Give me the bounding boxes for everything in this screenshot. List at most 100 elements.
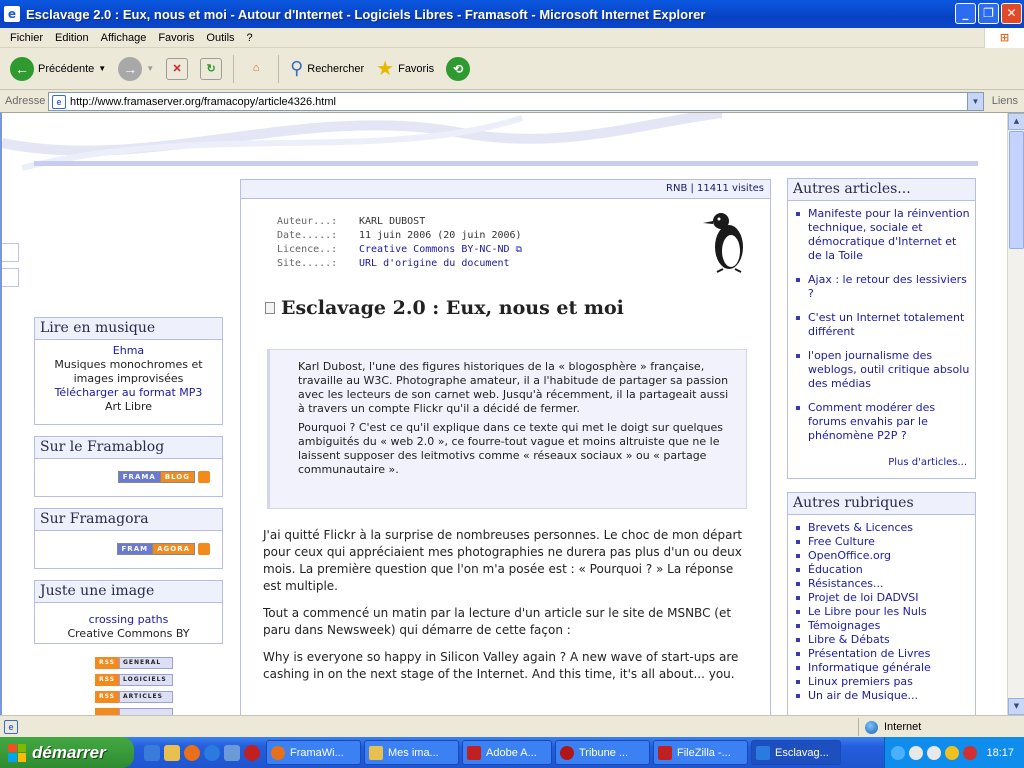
task-filezilla[interactable]: FileZilla -... (653, 740, 748, 765)
ie-icon: e (4, 6, 20, 22)
rss-label: LOGICIELS (119, 674, 173, 686)
music-description: Musiques monochromes et images improvisé… (54, 358, 203, 385)
section-link[interactable]: Le Libre pour les Nuls (808, 605, 927, 618)
section-link[interactable]: Projet de loi DADVSI (808, 591, 919, 604)
window-titlebar[interactable]: e Esclavage 2.0 : Eux, nous et moi - Aut… (0, 0, 1024, 28)
firefox-icon (271, 745, 285, 760)
network-icon[interactable] (927, 745, 941, 760)
links-button[interactable]: Liens (992, 95, 1018, 107)
menu-outils[interactable]: Outils (200, 32, 240, 44)
vertical-scrollbar[interactable]: ▲ ▼ (1007, 113, 1024, 715)
address-url[interactable]: http://www.framaserver.org/framacopy/art… (70, 96, 336, 108)
task-adobe[interactable]: Adobe A... (462, 740, 552, 765)
rss-feed-general[interactable]: RSS GENERAL (95, 657, 173, 669)
home-button[interactable]: ⌂ (241, 53, 271, 85)
mp3-download-link[interactable]: Télécharger au format MP3 (35, 386, 222, 400)
section-link[interactable]: Linux premiers pas (808, 675, 913, 688)
filezilla-icon (658, 745, 672, 760)
author-value: KARL DUBOST (359, 216, 426, 227)
tray-expand-icon[interactable] (891, 745, 905, 760)
section-link[interactable]: Résistances... (808, 577, 884, 590)
framagora-badge[interactable]: FRAM AGORA (116, 543, 210, 555)
close-button[interactable]: ✕ (1001, 3, 1022, 24)
section-link[interactable]: Témoignages (808, 619, 880, 632)
left-tab[interactable] (2, 243, 19, 262)
firefox-icon[interactable] (184, 744, 200, 761)
clock[interactable]: 18:17 (986, 747, 1014, 759)
task-label: Mes ima... (388, 746, 439, 759)
back-button[interactable]: ← Précédente ▼ (6, 53, 110, 85)
menu-edition[interactable]: Edition (49, 32, 95, 44)
article-link[interactable]: Comment modérer des forums envahis par l… (808, 401, 935, 442)
menu-help[interactable]: ? (241, 32, 259, 44)
task-framawiki[interactable]: FramaWi... (266, 740, 361, 765)
system-tray: 18:17 (884, 737, 1024, 768)
section-link[interactable]: Éducation (808, 563, 863, 576)
section-link[interactable]: OpenOffice.org (808, 549, 891, 562)
section-link[interactable]: Free Culture (808, 535, 875, 548)
start-button[interactable]: démarrer (0, 737, 134, 768)
refresh-button[interactable]: ↻ (196, 53, 226, 85)
article-link[interactable]: Manifeste pour la réinvention technique,… (808, 207, 970, 262)
article-link[interactable]: Ajax : le retour des lessiviers ? (808, 273, 967, 300)
source-url-link[interactable]: URL d'origine du document (359, 258, 510, 269)
home-icon: ⌂ (252, 61, 260, 74)
section-link[interactable]: Un air de Musique... (808, 689, 918, 702)
back-dropdown-icon[interactable]: ▼ (98, 64, 106, 73)
scroll-down-icon[interactable]: ▼ (1008, 698, 1024, 715)
other-sections-title: Autres rubriques (788, 493, 975, 515)
tray-alert-icon[interactable] (963, 745, 977, 760)
desktop-icon[interactable] (144, 744, 160, 761)
left-tab[interactable] (2, 268, 19, 287)
rss-feed-logiciels[interactable]: RSS LOGICIELS (95, 674, 173, 686)
maximize-button[interactable]: ❐ (978, 3, 999, 24)
zone-label: Internet (884, 721, 922, 733)
image-link[interactable]: crossing paths (35, 613, 222, 627)
framablog-box: Sur le Framablog FRAMA BLOG (34, 436, 223, 497)
tray-app-icon[interactable] (909, 745, 923, 760)
framablog-badge[interactable]: FRAMA BLOG (117, 471, 210, 483)
badge-part: BLOG (159, 471, 195, 483)
scroll-up-icon[interactable]: ▲ (1008, 113, 1024, 130)
address-input[interactable]: e http://www.framaserver.org/framacopy/a… (48, 92, 984, 111)
section-link[interactable]: Libre & Débats (808, 633, 890, 646)
messenger-icon[interactable] (224, 744, 240, 761)
minimize-button[interactable]: _ (955, 3, 976, 24)
music-artist-link[interactable]: Ehma (35, 344, 222, 358)
menu-affichage[interactable]: Affichage (95, 32, 153, 44)
article-link[interactable]: l'open journalisme des weblogs, outil cr… (808, 349, 969, 390)
license-link[interactable]: Creative Commons BY-NC-ND (359, 244, 510, 255)
task-tribune[interactable]: Tribune ... (555, 740, 650, 765)
favorites-button[interactable]: ★ Favoris (372, 53, 438, 85)
app-icon[interactable] (244, 744, 260, 761)
address-dropdown-icon[interactable]: ▼ (967, 93, 983, 110)
forward-dropdown-icon[interactable]: ▼ (146, 64, 154, 73)
search-button[interactable]: ⚲ Rechercher (286, 53, 368, 85)
forward-button[interactable]: → ▼ (114, 53, 158, 85)
section-link[interactable]: Brevets & Licences (808, 521, 913, 534)
ie-icon[interactable] (204, 744, 220, 761)
task-mes-images[interactable]: Mes ima... (364, 740, 459, 765)
star-icon: ★ (376, 58, 395, 80)
rss-icon[interactable] (198, 471, 210, 483)
image-box: Juste une image crossing paths Creative … (34, 580, 223, 644)
scroll-thumb[interactable] (1009, 131, 1024, 249)
stop-button[interactable]: ✕ (162, 53, 192, 85)
history-button[interactable]: ⟲ (442, 53, 474, 85)
task-esclavage[interactable]: Esclavag... (751, 740, 841, 765)
section-link[interactable]: Présentation de Livres (808, 647, 930, 660)
section-link[interactable]: Informatique générale (808, 661, 931, 674)
messenger-icon[interactable] (945, 745, 959, 760)
article-link[interactable]: C'est un Internet totalement différent (808, 311, 964, 338)
rss-feed-articles[interactable]: RSS ARTICLES (95, 691, 173, 703)
rss-icon[interactable] (198, 543, 210, 555)
folder-icon[interactable] (164, 744, 180, 761)
badge-part: FRAM (116, 543, 154, 555)
badge-part: FRAMA (117, 471, 161, 483)
security-zone: Internet (858, 718, 1024, 736)
more-articles-link[interactable]: Plus d'articles... (888, 457, 967, 468)
menu-favoris[interactable]: Favoris (152, 32, 200, 44)
search-label: Rechercher (307, 62, 365, 75)
menu-fichier[interactable]: Fichier (4, 32, 49, 44)
rss-feed-partial[interactable] (95, 708, 173, 715)
